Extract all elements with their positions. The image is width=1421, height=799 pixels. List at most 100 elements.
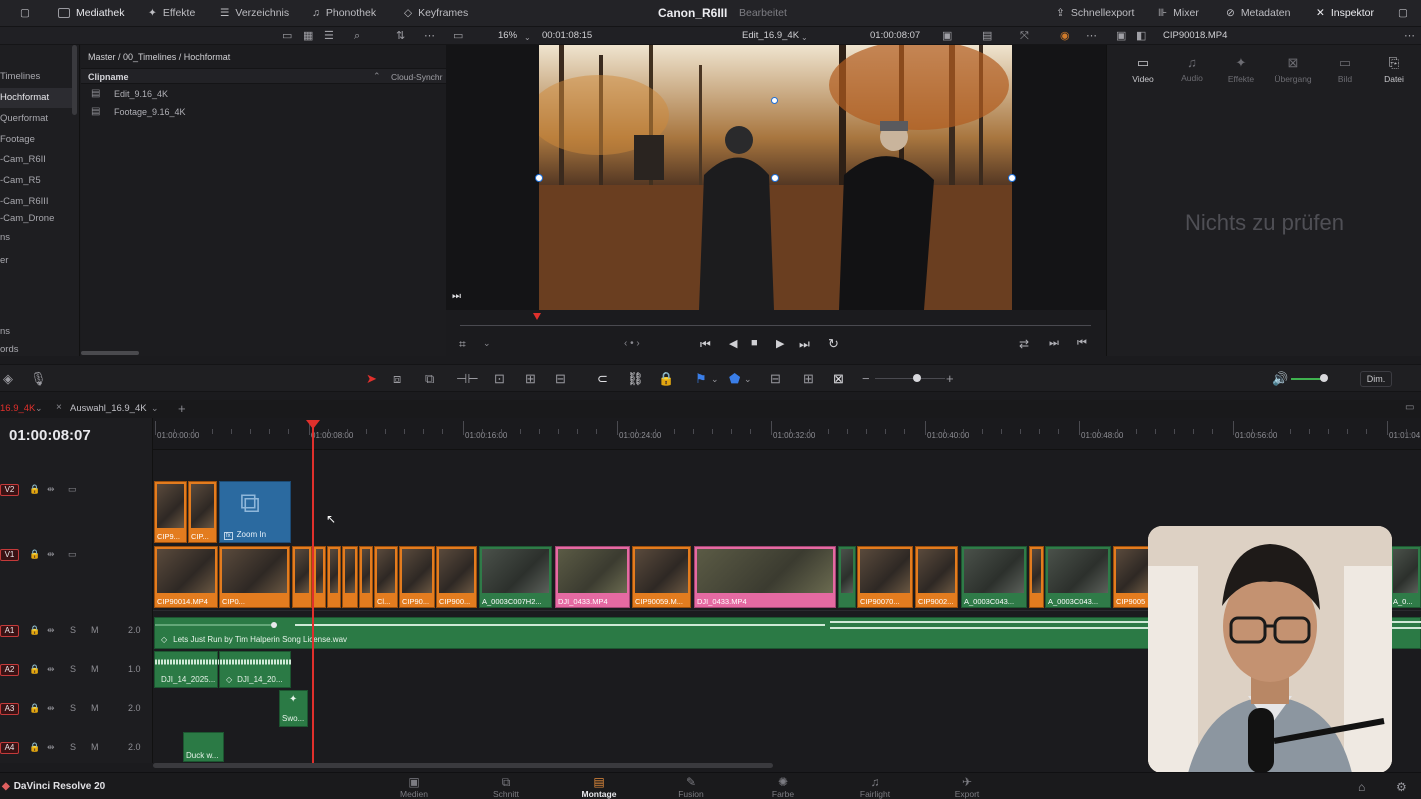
bin-tree-scrollbar[interactable] [72,45,77,115]
chevron-down-icon[interactable]: ⌄ [35,403,43,414]
settings-gear-icon[interactable]: ⚙ [1396,780,1407,794]
track-label-v1[interactable]: V1 [0,549,19,561]
color-icon[interactable]: ◉ [1060,29,1070,43]
viewer-scrubber[interactable] [460,325,1091,326]
insert-clip-icon[interactable]: ⊡ [494,371,505,387]
microphone-icon[interactable]: 🎙 [30,371,47,387]
page-montage[interactable]: ▤ Montage [567,775,631,799]
v1-clip[interactable]: DJI_0433.MP4 [694,546,836,608]
v1-clip[interactable] [313,546,326,608]
volume-icon[interactable]: 🔊 [1272,371,1288,387]
track-autoselect-icon[interactable]: ⇹ [47,664,55,675]
timeline-view-icon[interactable]: ▭ [1405,402,1414,413]
v2-clip-zoom-in[interactable]: ⧉ fx Zoom In [219,481,291,543]
inspektor-button[interactable]: ✕ Inspektor [1316,0,1374,27]
phonothek-button[interactable]: ♫ Phonothek [312,0,376,27]
more-options-icon[interactable]: ⋯ [1086,29,1097,43]
chevron-down-icon[interactable]: ⌄ [524,31,531,45]
tab-datei[interactable]: ⎘ Datei [1374,55,1414,84]
dynamic-trim-icon[interactable]: ⧉ [425,371,434,387]
tab-video[interactable]: ▭ Video [1123,55,1163,84]
track-solo-button[interactable]: S [70,742,76,752]
trim-tool-icon[interactable]: ⧈ [393,371,401,387]
bin-item-lower-1[interactable]: ns [0,228,72,248]
output-icon[interactable]: ▤ [982,29,992,43]
bin-item-footage[interactable]: Footage [0,130,72,150]
chevron-down-icon[interactable]: ⌄ [483,338,491,349]
skip-to-start-icon[interactable]: ⏮ [700,337,711,352]
play-icon[interactable]: ▶ [776,337,784,350]
bin-item-hochformat[interactable]: Hochformat [0,88,72,108]
v1-clip[interactable]: Cl... [374,546,398,608]
track-label-a1[interactable]: A1 [0,625,19,637]
replace-clip-icon[interactable]: ⊟ [555,371,566,387]
zoom-slider-knob[interactable] [913,374,921,382]
track-solo-button[interactable]: S [70,664,76,674]
timeline-playhead[interactable] [312,420,314,763]
column-clipname[interactable]: Clipname [88,72,129,82]
track-lock-icon[interactable]: 🔒 [29,664,40,675]
tab-effekte[interactable]: ✦ Effekte [1221,55,1261,84]
add-tab-icon[interactable]: + [178,401,186,416]
flag-icon[interactable]: ⚑ [695,371,707,387]
timeline-horizontal-scrollbar[interactable] [153,763,773,768]
stop-icon[interactable]: ■ [751,337,758,349]
bin-item-lower-2[interactable]: er [0,251,72,271]
track-mute-button[interactable]: M [91,703,99,713]
snapping-icon[interactable]: ⊂ [597,371,608,387]
split-view-icon[interactable]: ◧ [1136,29,1146,43]
schnellexport-button[interactable]: ⇪ Schnellexport [1056,0,1134,27]
track-autoselect-icon[interactable]: ⇹ [47,703,55,714]
track-label-v2[interactable]: V2 [0,484,19,496]
page-medien[interactable]: ▣ Medien [382,775,446,799]
zoom-detail-icon[interactable]: ⊞ [803,371,814,387]
sort-arrow-icon[interactable]: ⌃ [373,71,381,82]
track-lock-icon[interactable]: 🔒 [29,549,40,560]
tab-timeline-active[interactable]: 16.9_4K [0,403,35,414]
v1-clip[interactable]: A_0... [1390,546,1421,608]
list-item[interactable]: ▤ Footage_9.16_4K [81,103,446,121]
v1-clip[interactable]: DJI_0433.MP4 [555,546,630,608]
track-label-a3[interactable]: A3 [0,703,19,715]
v1-clip[interactable]: CIP90014.MP4 [154,546,218,608]
previous-edit-icon[interactable]: ⏮ [1077,337,1087,350]
selection-tool-icon[interactable]: ➤ [366,371,377,387]
volume-slider-knob[interactable] [1320,374,1328,382]
zoom-in-icon[interactable]: + [946,371,954,387]
close-icon[interactable]: × [56,402,62,413]
panel-toggle-right-icon[interactable]: ▢ [1398,0,1408,27]
loop-icon[interactable]: ↻ [828,336,839,352]
bin-item-cam-drone[interactable]: -Cam_Drone [0,213,72,225]
track-visibility-icon[interactable]: ▭ [68,549,77,560]
v1-clip[interactable]: CIP900... [436,546,477,608]
v1-clip[interactable] [359,546,373,608]
list-item[interactable]: ▤ Edit_9.16_4K [81,85,446,103]
blade-tool-icon[interactable]: ⊣⊢ [456,371,479,387]
more-options-icon[interactable]: ⋯ [424,29,435,43]
track-lock-icon[interactable]: 🔒 [29,703,40,714]
chevron-down-icon[interactable]: ⌄ [744,371,752,387]
zoom-level[interactable]: 16% [498,27,517,45]
page-schnitt[interactable]: ⧉ Schnitt [474,775,538,799]
more-options-icon[interactable]: ⋯ [1404,29,1415,43]
anchor-point-handle[interactable] [771,97,778,104]
timeline-selector[interactable]: Edit_16.9_4K [742,27,799,45]
column-cloud-sync[interactable]: Cloud-Synchr [391,72,443,82]
track-lock-icon[interactable]: 🔒 [29,625,40,636]
track-lock-icon[interactable]: 🔒 [29,742,40,753]
v1-clip[interactable]: CIP90... [399,546,435,608]
a3-swoosh-clip[interactable]: ✦ Swo... [279,690,308,727]
transform-handle[interactable] [771,174,779,182]
page-export[interactable]: ✈ Export [935,775,999,799]
chevron-down-icon[interactable]: ⌄ [711,371,719,387]
position-lock-icon[interactable]: 🔒 [658,371,674,387]
tab-timeline-auswahl[interactable]: Auswahl_16.9_4K [70,403,147,414]
chevron-down-icon[interactable]: ⌄ [801,31,808,45]
verzeichnis-button[interactable]: ☰ Verzeichnis [220,0,289,27]
zoom-custom-icon[interactable]: ⊠ [833,371,844,387]
mixer-button[interactable]: ⊪ Mixer [1158,0,1199,27]
track-autoselect-icon[interactable]: ⇹ [47,742,55,753]
v1-clip[interactable] [327,546,341,608]
bin-item-querformat[interactable]: Querformat [0,109,72,129]
track-visibility-icon[interactable]: ▭ [68,484,77,495]
